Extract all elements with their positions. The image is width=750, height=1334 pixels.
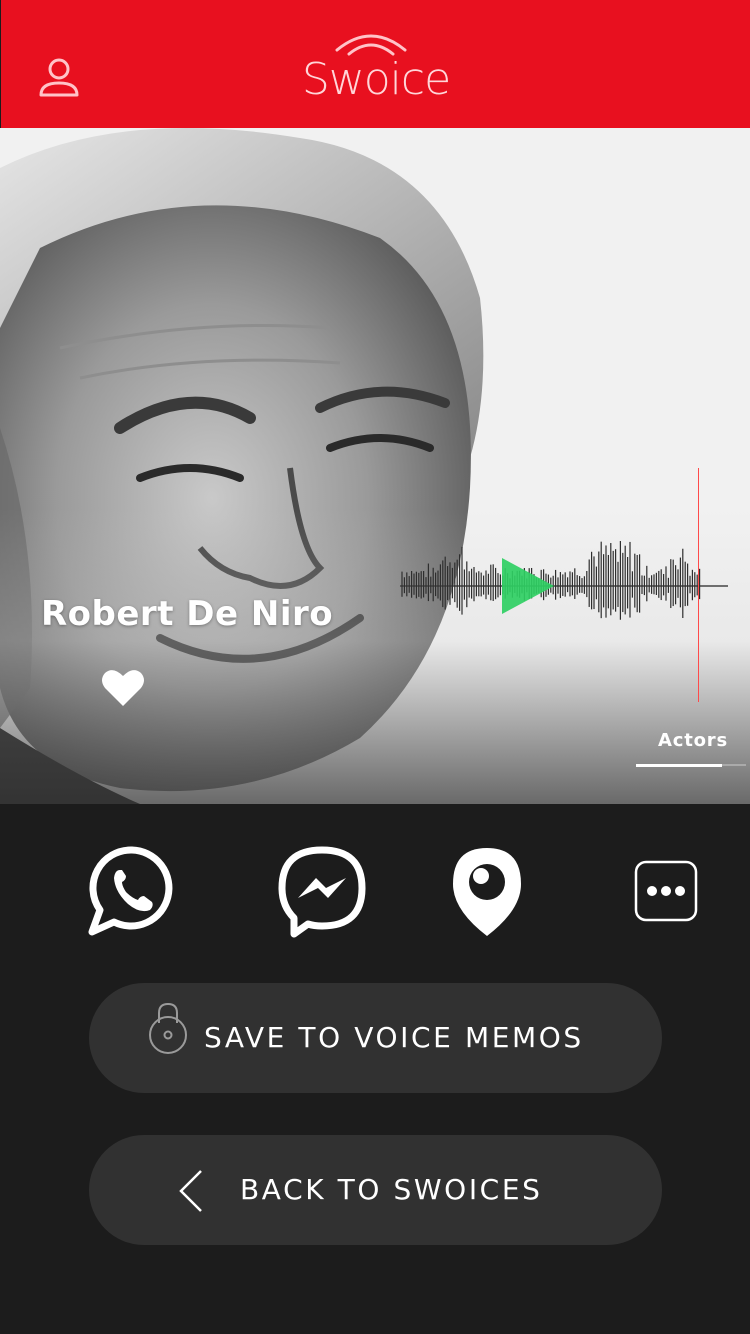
whatsapp-share-button[interactable] <box>82 840 182 940</box>
more-share-button[interactable] <box>616 840 716 940</box>
chevron-left-icon <box>179 1170 202 1212</box>
category-label: Actors <box>658 730 728 751</box>
back-button-label: BACK TO SWOICES <box>240 1173 543 1206</box>
logo-text: Swoice <box>301 54 451 105</box>
more-icon <box>634 860 698 922</box>
heart-icon <box>102 670 144 706</box>
share-row <box>0 840 750 950</box>
user-icon <box>39 58 79 97</box>
save-to-voice-memos-button[interactable]: SAVE TO VOICE MEMOS <box>89 983 662 1093</box>
favorite-button[interactable] <box>101 668 145 708</box>
back-to-swoices-button[interactable]: BACK TO SWOICES <box>89 1135 662 1245</box>
play-button[interactable] <box>500 556 556 616</box>
profile-button[interactable] <box>35 56 83 100</box>
periscope-share-button[interactable] <box>437 840 537 940</box>
whatsapp-icon <box>88 846 173 936</box>
audio-waveform[interactable] <box>400 513 730 653</box>
category-underline-active <box>636 764 722 767</box>
top-bar: Swoice <box>1 0 750 128</box>
playback-progress-line <box>698 468 699 702</box>
celebrity-hero: Robert De Niro Actors <box>0 128 750 804</box>
periscope-icon <box>453 848 521 936</box>
signal-arcs-icon <box>335 34 407 56</box>
save-button-label: SAVE TO VOICE MEMOS <box>204 1021 584 1054</box>
lock-icon <box>149 1002 187 1054</box>
category-tab-actors[interactable]: Actors <box>636 730 746 767</box>
app-logo: Swoice <box>301 28 451 108</box>
messenger-share-button[interactable] <box>272 840 372 940</box>
messenger-icon <box>278 846 366 938</box>
celebrity-name: Robert De Niro <box>41 594 334 634</box>
play-icon <box>502 558 554 614</box>
